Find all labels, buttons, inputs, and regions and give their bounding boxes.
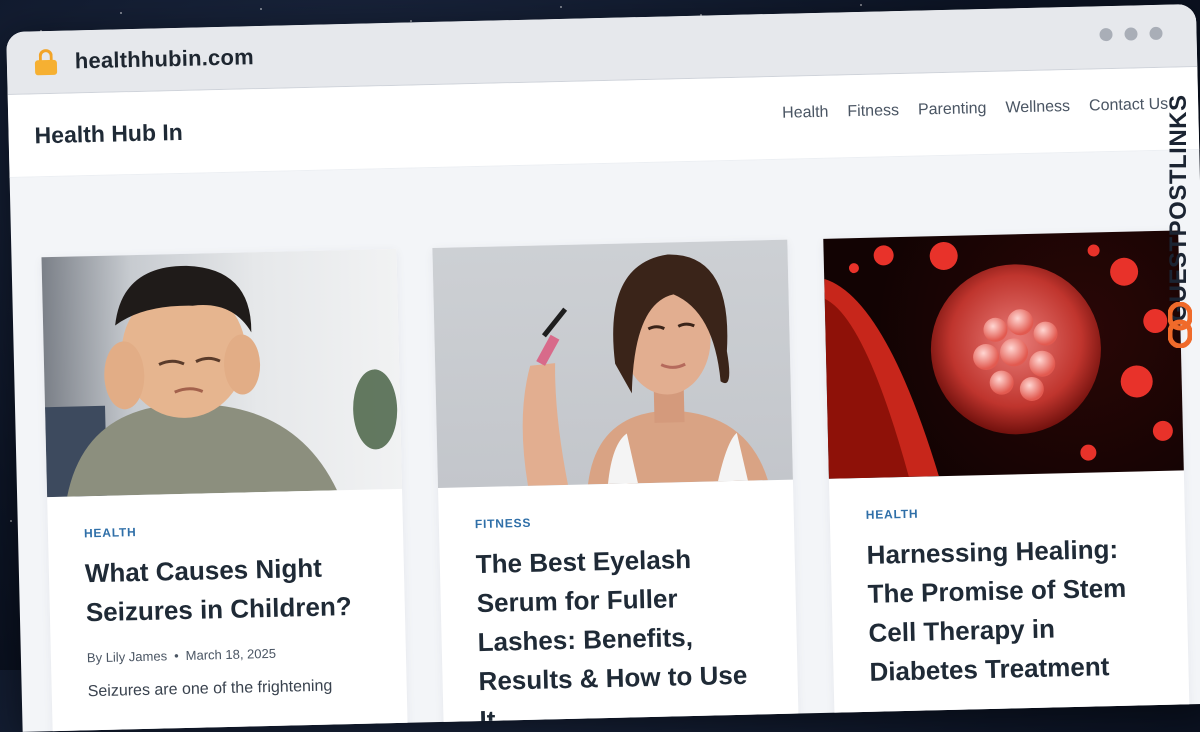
post-title[interactable]: Harnessing Healing: The Promise of Stem … <box>866 529 1155 692</box>
window-dot-icon[interactable] <box>1124 27 1138 41</box>
window-dot-icon[interactable] <box>1149 26 1163 41</box>
child-photo-illustration <box>45 265 398 498</box>
post-grid: HEALTH What Causes Night Seizures in Chi… <box>10 150 1200 732</box>
post-card: HEALTH What Causes Night Seizures in Chi… <box>41 248 408 732</box>
link-icon <box>1168 302 1192 348</box>
nav-item-contact-us[interactable]: Contact Us <box>1089 96 1169 116</box>
post-category[interactable]: HEALTH <box>84 520 369 540</box>
post-excerpt: Seizures are one of the frightening <box>87 677 333 701</box>
woman-photo-illustration <box>522 254 768 486</box>
post-category[interactable]: HEALTH <box>866 501 1151 522</box>
lock-icon <box>34 48 58 76</box>
window-dot-icon[interactable] <box>1099 27 1113 42</box>
post-title[interactable]: What Causes Night Seizures in Children? <box>84 548 371 633</box>
post-card: FITNESS The Best Eyelash Serum for Fulle… <box>432 239 799 732</box>
watermark-text: GUESTPOSTLINKS <box>1165 94 1192 322</box>
post-thumbnail-stem-cells[interactable] <box>823 230 1184 479</box>
post-card: HEALTH Harnessing Healing: The Promise o… <box>823 230 1190 732</box>
nav-item-wellness[interactable]: Wellness <box>1005 98 1070 118</box>
post-category[interactable]: FITNESS <box>475 510 760 531</box>
post-date: March 18, 2025 <box>185 645 277 663</box>
post-meta: By Lily James • March 18, 2025 <box>87 644 372 665</box>
site-logo-text[interactable]: Health Hub In <box>34 118 183 148</box>
nav-item-parenting[interactable]: Parenting <box>918 100 987 120</box>
url-text[interactable]: healthhubin.com <box>75 44 255 74</box>
post-title[interactable]: The Best Eyelash Serum for Fuller Lashes… <box>475 538 765 732</box>
meta-separator: • <box>173 648 179 664</box>
nav-item-health[interactable]: Health <box>782 104 829 123</box>
main-nav: Health Fitness Parenting Wellness Contac… <box>782 96 1168 123</box>
post-author[interactable]: By Lily James <box>87 648 168 665</box>
nav-item-fitness[interactable]: Fitness <box>847 102 899 121</box>
stem-cell-illustration <box>824 241 1173 479</box>
post-thumbnail-woman-mascara[interactable] <box>432 239 793 488</box>
browser-window: healthhubin.com Health Hub In Health Fit… <box>6 3 1200 732</box>
window-controls <box>1099 26 1163 42</box>
post-thumbnail-child-headache[interactable] <box>41 248 403 498</box>
